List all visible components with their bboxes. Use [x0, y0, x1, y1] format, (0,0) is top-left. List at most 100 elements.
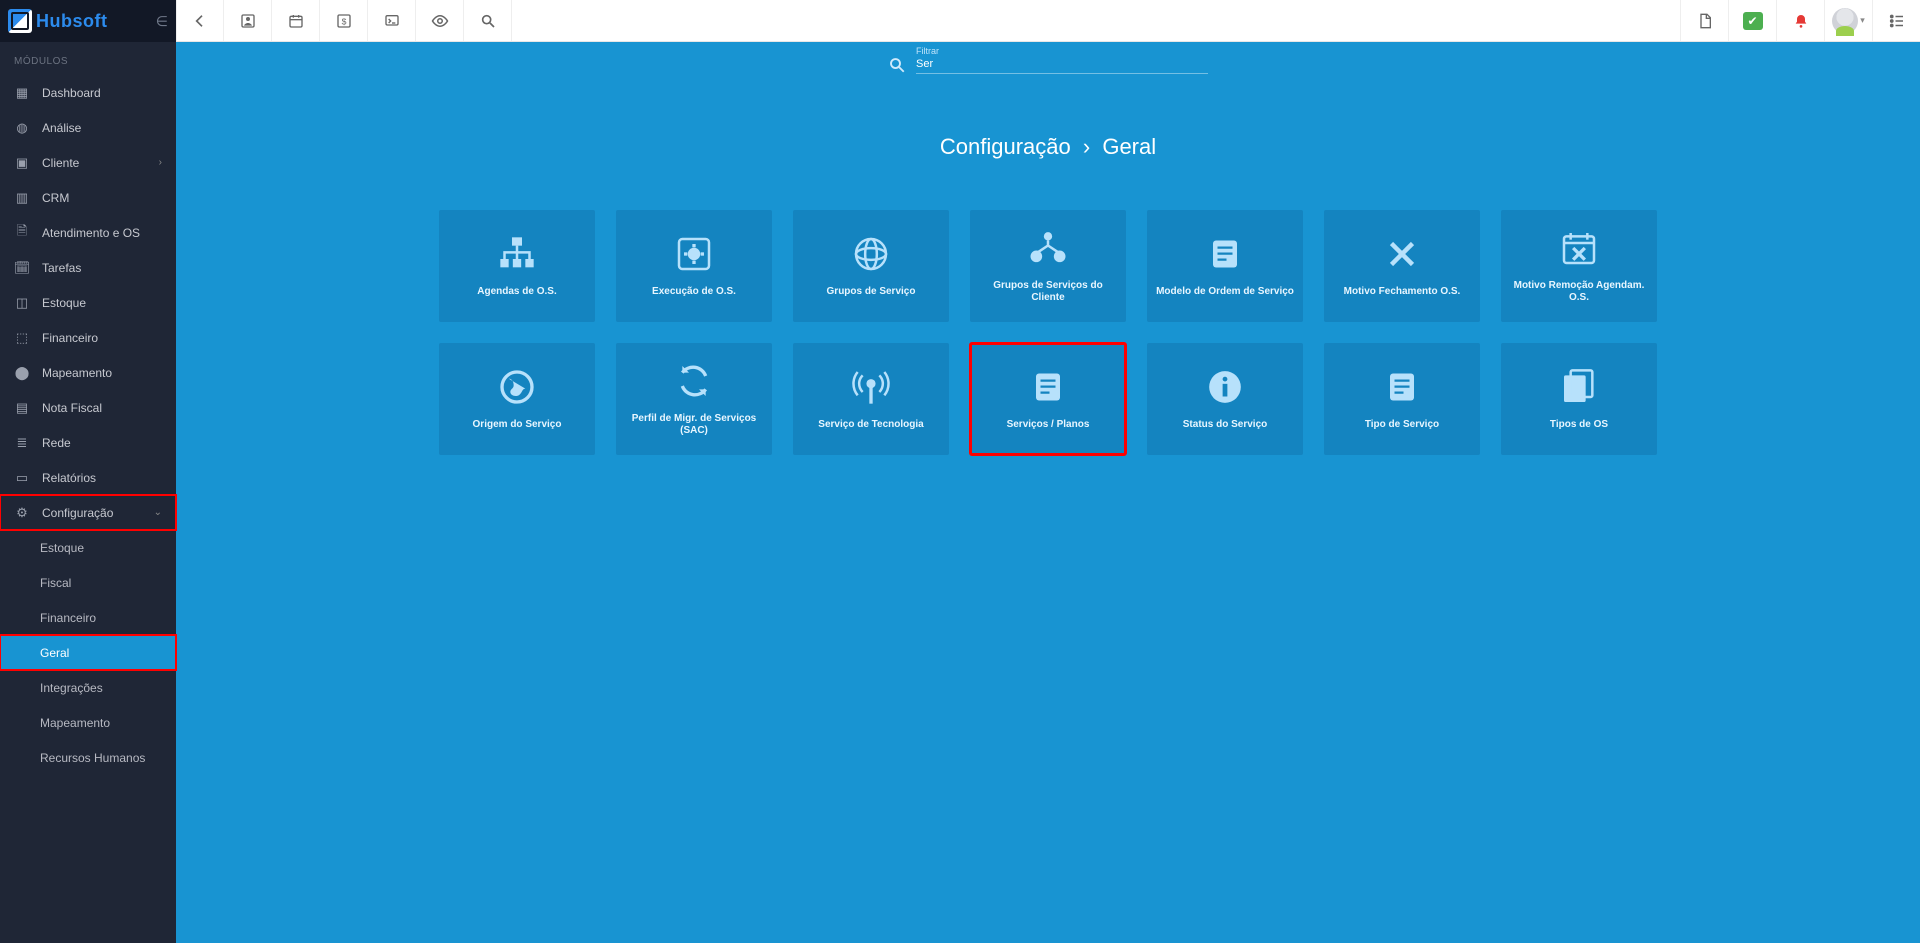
filter-wrap: Filtrar [888, 54, 1208, 74]
sidebar-item-cliente[interactable]: ▣Cliente› [0, 145, 176, 180]
sidebar-item-tarefas[interactable]: 🗓Tarefas [0, 250, 176, 285]
tile-label: Motivo Remoção Agendam. O.S. [1509, 280, 1649, 304]
sidebar-subitem-fiscal[interactable]: Fiscal [0, 565, 176, 600]
sidebar-item-label: Análise [42, 121, 81, 135]
sidebar-item-nota-fiscal[interactable]: ▤ Nota Fiscal [0, 390, 176, 425]
topbar-back-button[interactable] [176, 0, 224, 41]
topbar-avatar-button[interactable]: ▾ [1824, 0, 1872, 41]
tile-execu-o-de-o-s[interactable]: Execução de O.S. [616, 210, 772, 322]
topbar: $ ✔ ▾ [176, 0, 1920, 42]
topbar-calendar-button[interactable] [272, 0, 320, 41]
sidebar-item-atendimento-e-os[interactable]: 🗎Atendimento e OS [0, 215, 176, 250]
tile-grupos-de-servi-os-do-cliente[interactable]: Grupos de Serviços do Cliente [970, 210, 1126, 322]
pin-icon: ⬤ [14, 365, 30, 381]
content-area: Filtrar Configuração › Geral Agendas de … [176, 42, 1920, 943]
sidebar-collapse-icon[interactable]: ∈ [156, 13, 168, 30]
sidebar-item-mapeamento[interactable]: ⬤Mapeamento [0, 355, 176, 390]
tile-motivo-remo-o-agendam-o-s[interactable]: Motivo Remoção Agendam. O.S. [1501, 210, 1657, 322]
box-icon: ◫ [14, 295, 30, 311]
sidebar-item-label: Atendimento e OS [42, 226, 140, 240]
receipt-icon: ▤ [14, 400, 30, 416]
topbar-terminal-button[interactable] [368, 0, 416, 41]
tile-perfil-de-migr-de-servi-os-sac[interactable]: Perfil de Migr. de Serviços (SAC) [616, 343, 772, 455]
chevron-right-icon: › [159, 157, 162, 168]
topbar-search-button[interactable] [464, 0, 512, 41]
sidebar-item-an-lise[interactable]: ◍ Análise [0, 110, 176, 145]
tile-agendas-de-o-s[interactable]: Agendas de O.S. [439, 210, 595, 322]
calendar-icon: 🗓 [14, 260, 30, 276]
list-icon [1888, 12, 1906, 30]
sidebar-item-label: Configuração [42, 506, 113, 520]
topbar-bell-button[interactable] [1776, 0, 1824, 41]
eye-icon [431, 12, 449, 30]
topbar-eye-button[interactable] [416, 0, 464, 41]
globe-icon: ◍ [14, 120, 30, 136]
tile-label: Agendas de O.S. [477, 286, 556, 298]
sidebar-item-label: CRM [42, 191, 69, 205]
sidebar-item-label: Cliente [42, 156, 79, 170]
person-icon [240, 13, 256, 29]
check-icon: ✔ [1743, 12, 1763, 30]
svg-text:$: $ [341, 16, 346, 26]
sidebar-item-configura-o[interactable]: ⚙ Configuração ⌄ [0, 495, 176, 530]
sidebar-subitem-geral[interactable]: Geral [0, 635, 176, 670]
bars-icon: ≣ [14, 435, 30, 451]
brand-area: Hubsoft ∈ [0, 0, 176, 42]
close-icon [1382, 234, 1422, 274]
tile-tipo-de-servi-o[interactable]: Tipo de Serviço [1324, 343, 1480, 455]
tile-servi-os-planos[interactable]: Serviços / Planos [970, 343, 1126, 455]
sidebar-item-label: Relatórios [42, 471, 96, 485]
tile-tipos-de-os[interactable]: Tipos de OS [1501, 343, 1657, 455]
docs-icon [1559, 367, 1599, 407]
tile-label: Grupos de Serviço [827, 286, 916, 298]
tile-origem-do-servi-o[interactable]: Origem do Serviço [439, 343, 595, 455]
tile-label: Perfil de Migr. de Serviços (SAC) [624, 413, 764, 437]
sidebar-subitem-mapeamento[interactable]: Mapeamento [0, 705, 176, 740]
sidebar-item-relat-rios[interactable]: ▭Relatórios [0, 460, 176, 495]
tile-motivo-fechamento-o-s[interactable]: Motivo Fechamento O.S. [1324, 210, 1480, 322]
back-icon [192, 13, 208, 29]
sidebar-item-label: Financeiro [42, 331, 98, 345]
info-icon [1205, 367, 1245, 407]
tile-grid: Agendas de O.S. Execução de O.S. Grupos de… [176, 210, 1920, 455]
sidebar-subitem-integra-es[interactable]: Integrações [0, 670, 176, 705]
filter-input[interactable] [916, 55, 1208, 74]
sidebar-subitem-recursos-humanos[interactable]: Recursos Humanos [0, 740, 176, 775]
tile-servi-o-de-tecnologia[interactable]: Serviço de Tecnologia [793, 343, 949, 455]
sidebar-item-label: Nota Fiscal [42, 401, 102, 415]
sidebar-subitem-estoque[interactable]: Estoque [0, 530, 176, 565]
topbar-list-button[interactable] [1872, 0, 1920, 41]
doc-icon [1028, 367, 1068, 407]
topbar-pdf-button[interactable] [1680, 0, 1728, 41]
chevron-down-icon: ⌄ [154, 507, 162, 518]
dashboard-icon: ▦ [14, 85, 30, 101]
tile-label: Origem do Serviço [473, 419, 562, 431]
gearbox-icon [674, 234, 714, 274]
brand-logo-icon [8, 9, 32, 33]
cal-x-icon [1559, 228, 1599, 268]
tile-label: Serviço de Tecnologia [818, 419, 923, 431]
brand-name: Hubsoft [36, 11, 108, 32]
sidebar-subitem-financeiro[interactable]: Financeiro [0, 600, 176, 635]
topbar-check-button[interactable]: ✔ [1728, 0, 1776, 41]
topbar-dollar-button[interactable]: $ [320, 0, 368, 41]
breadcrumb-sep-icon: › [1083, 134, 1090, 159]
tile-status-do-servi-o[interactable]: Status do Serviço [1147, 343, 1303, 455]
sidebar-item-dashboard[interactable]: ▦Dashboard [0, 75, 176, 110]
sidebar-item-estoque[interactable]: ◫Estoque [0, 285, 176, 320]
gear-icon: ⚙ [14, 505, 30, 521]
sidebar-item-financeiro[interactable]: ⬚Financeiro [0, 320, 176, 355]
dollar-icon: $ [336, 13, 352, 29]
search-icon [888, 56, 906, 74]
globe-grid-icon [851, 234, 891, 274]
sidebar-item-rede[interactable]: ≣Rede [0, 425, 176, 460]
tile-grupos-de-servi-o[interactable]: Grupos de Serviço [793, 210, 949, 322]
tile-modelo-de-ordem-de-servi-o[interactable]: Modelo de Ordem de Serviço [1147, 210, 1303, 322]
doc-icon [1382, 367, 1422, 407]
tile-label: Serviços / Planos [1007, 419, 1090, 431]
breadcrumb: Configuração › Geral [176, 134, 1920, 160]
bell-icon [1793, 13, 1809, 29]
search-icon [480, 13, 496, 29]
topbar-person-button[interactable] [224, 0, 272, 41]
sidebar-item-crm[interactable]: ▥CRM [0, 180, 176, 215]
